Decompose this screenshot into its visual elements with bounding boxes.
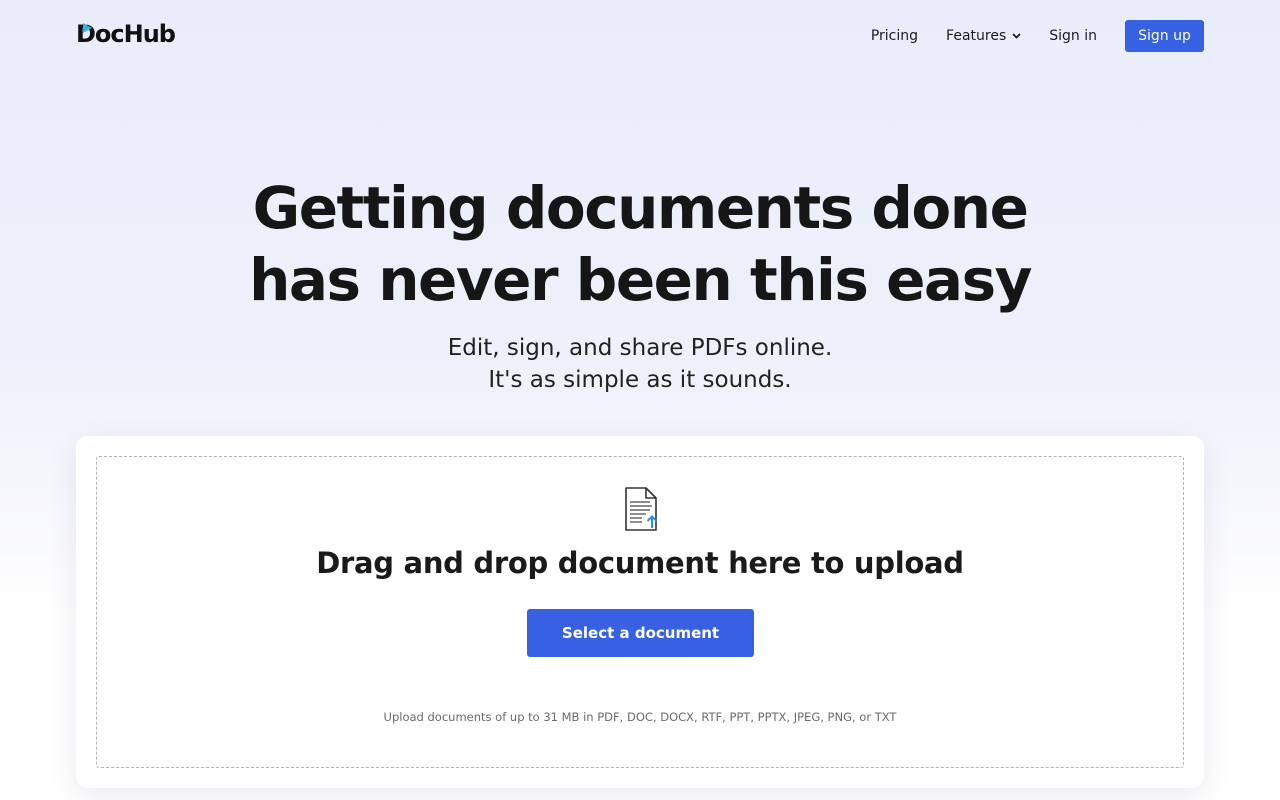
- nav-pricing[interactable]: Pricing: [871, 28, 918, 44]
- dochub-logo[interactable]: DocHub: [76, 20, 176, 48]
- select-document-button[interactable]: Select a document: [527, 609, 754, 657]
- nav-features[interactable]: Features: [946, 28, 1021, 44]
- nav-sign-in[interactable]: Sign in: [1049, 28, 1097, 44]
- hero-subtitle-line2: It's as simple as it sounds.: [488, 367, 792, 393]
- upload-hint: Upload documents of up to 31 MB in PDF, …: [383, 710, 897, 724]
- hero-subtitle-line1: Edit, sign, and share PDFs online.: [447, 335, 833, 361]
- upload-dropzone[interactable]: Drag and drop document here to upload Se…: [96, 456, 1184, 768]
- sign-up-button[interactable]: Sign up: [1125, 20, 1204, 52]
- hero-subtitle: Edit, sign, and share PDFs online. It's …: [0, 332, 1280, 396]
- nav-features-label: Features: [946, 28, 1007, 44]
- main-nav: Pricing Features Sign in Sign up: [871, 20, 1204, 52]
- hero-title-line1: Getting documents done: [252, 174, 1029, 242]
- chevron-down-icon: [1012, 33, 1021, 39]
- document-upload-icon: [625, 487, 658, 531]
- hero-title-line2: has never been this easy: [249, 246, 1032, 314]
- upload-card: Drag and drop document here to upload Se…: [76, 436, 1204, 788]
- site-header: DocHub Pricing Features Sign in Sign up: [0, 0, 1280, 72]
- dropzone-title: Drag and drop document here to upload: [316, 546, 964, 580]
- hero-title: Getting documents done has never been th…: [0, 172, 1280, 316]
- logo-mark-icon: [83, 23, 92, 33]
